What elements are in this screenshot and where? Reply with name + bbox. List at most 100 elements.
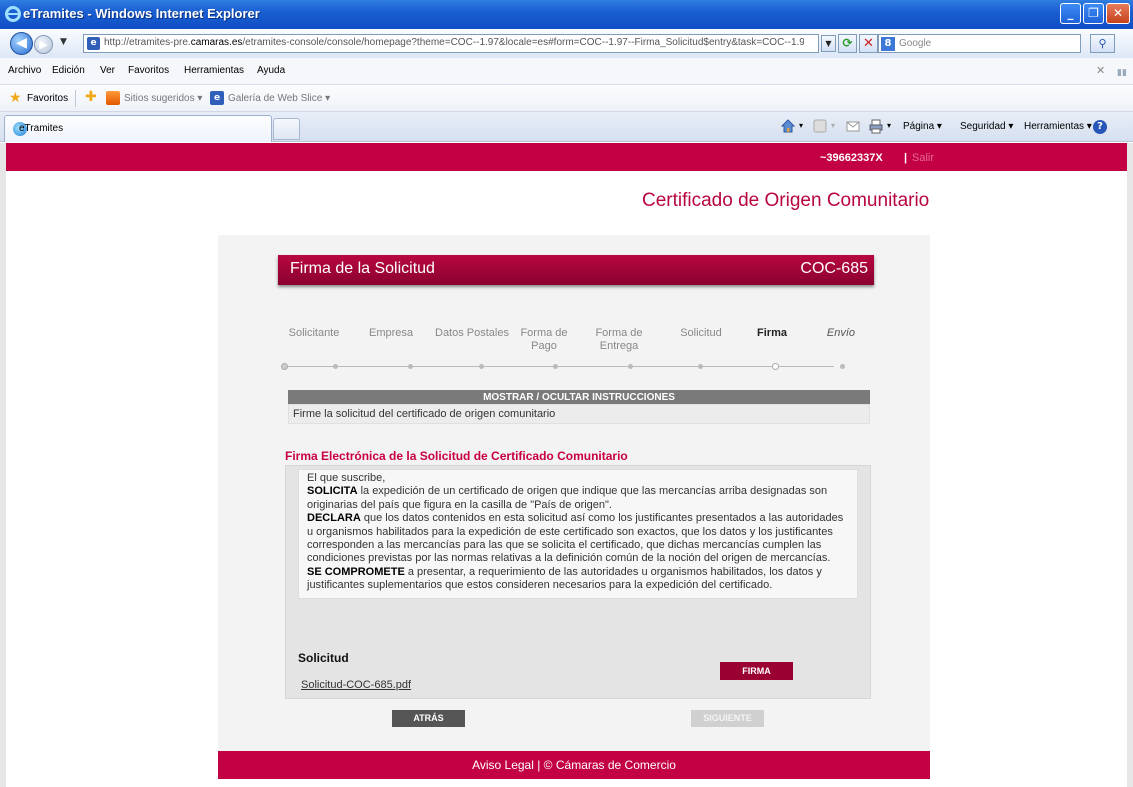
- tools-menu[interactable]: Herramientas ▾: [1024, 121, 1092, 132]
- card-header: Firma de la Solicitud COC-685: [278, 255, 874, 285]
- menu-ver[interactable]: Ver: [100, 65, 115, 76]
- favorites-button[interactable]: Favoritos: [27, 93, 68, 104]
- instructions-text: Firme la solicitud del certificado de or…: [288, 404, 870, 424]
- favorites-bar: ★ Favoritos ✚ Sitios sugeridos ▾ e Galer…: [0, 85, 1133, 112]
- declaration-text: El que suscribe, SOLICITA la expedición …: [298, 469, 858, 599]
- sign-button[interactable]: FIRMA: [720, 662, 793, 680]
- forward-button[interactable]: ▶: [34, 35, 53, 54]
- minimize-button[interactable]: _: [1060, 3, 1081, 24]
- feeds-dropdown-icon[interactable]: ▾: [831, 121, 835, 130]
- address-bar[interactable]: e http://etramites-pre.camaras.es/etrami…: [83, 34, 819, 53]
- url-text: http://etramites-pre.camaras.es/etramite…: [104, 37, 804, 48]
- tab-label: eTramites: [19, 123, 64, 134]
- home-dropdown-icon[interactable]: ▾: [799, 121, 803, 130]
- search-placeholder: Google: [899, 38, 932, 49]
- step-solicitud[interactable]: Solicitud: [666, 327, 736, 340]
- back-step-button[interactable]: ATRÁS: [392, 710, 465, 727]
- window-title: eTramites - Windows Internet Explorer: [23, 6, 260, 21]
- step-solicitante[interactable]: Solicitante: [278, 327, 350, 340]
- divider: [75, 90, 76, 107]
- next-step-button: SIGUIENTE: [691, 710, 764, 727]
- footer-text[interactable]: Aviso Legal | © Cámaras de Comercio: [218, 758, 930, 772]
- timeline-line: [284, 366, 834, 367]
- stop-icon[interactable]: ✕: [859, 34, 878, 53]
- add-favorite-icon[interactable]: ✚: [85, 90, 97, 104]
- toggle-instructions-label: MOSTRAR / OCULTAR INSTRUCCIONES: [483, 392, 675, 403]
- menu-bar: Archivo Edición Ver Favoritos Herramient…: [0, 58, 1133, 85]
- suggested-sites-link[interactable]: Sitios sugeridos ▾: [124, 93, 202, 104]
- help-icon[interactable]: ?: [1093, 120, 1107, 134]
- new-tab-button[interactable]: [273, 118, 300, 140]
- step-envio: Envío: [826, 327, 856, 339]
- page-icon: e: [87, 37, 100, 50]
- timeline-dot: [408, 364, 413, 369]
- timeline-dot-current: [772, 363, 779, 370]
- mail-icon[interactable]: [845, 118, 861, 134]
- page-menu[interactable]: Página ▾: [903, 121, 942, 132]
- step-empresa[interactable]: Empresa: [355, 327, 427, 340]
- step-datos-postales[interactable]: Datos Postales: [432, 327, 512, 340]
- web-slice-icon: e: [210, 91, 224, 105]
- page-viewport: ~39662337X | Salir Certificado de Origen…: [0, 143, 1133, 787]
- menu-ayuda[interactable]: Ayuda: [257, 65, 285, 76]
- address-dropdown-button[interactable]: ▼: [821, 35, 836, 52]
- timeline-dot: [840, 364, 845, 369]
- tab-etramites[interactable]: eTramites: [4, 115, 272, 142]
- card-title: Firma de la Solicitud: [290, 260, 435, 277]
- menu-archivo[interactable]: Archivo: [8, 65, 41, 76]
- signature-panel: El que suscribe, SOLICITA la expedición …: [285, 465, 871, 699]
- solicitud-pdf-link[interactable]: Solicitud-COC-685.pdf: [301, 679, 411, 691]
- page-footer: Aviso Legal | © Cámaras de Comercio: [218, 751, 930, 779]
- declaration-declara: DECLARA que los datos contenidos en esta…: [307, 512, 844, 565]
- suggested-sites-icon: [106, 91, 120, 105]
- declaration-compromete: SE COMPROMETE a presentar, a requerimien…: [307, 565, 822, 592]
- top-banner: ~39662337X | Salir: [6, 143, 1127, 171]
- close-window-button[interactable]: ✕: [1106, 3, 1130, 24]
- print-icon[interactable]: [868, 118, 884, 134]
- refresh-icon[interactable]: ⟳: [838, 34, 857, 53]
- restore-button[interactable]: ❐: [1083, 3, 1104, 24]
- solicitud-title: Solicitud: [298, 651, 349, 665]
- step-forma-de-entrega[interactable]: Forma de Entrega: [591, 327, 647, 353]
- menu-favoritos[interactable]: Favoritos: [128, 65, 169, 76]
- search-input[interactable]: 8 Google: [878, 34, 1081, 53]
- home-icon[interactable]: [780, 118, 796, 134]
- timeline-dot: [479, 364, 484, 369]
- progress-timeline: [278, 362, 874, 372]
- menu-herramientas[interactable]: Herramientas: [184, 65, 244, 76]
- window-titlebar: eTramites - Windows Internet Explorer _ …: [0, 0, 1133, 29]
- progress-steps: Solicitante Empresa Datos Postales Forma…: [278, 325, 874, 365]
- feeds-icon[interactable]: [812, 118, 828, 134]
- recent-pages-dropdown[interactable]: ▼: [60, 37, 67, 47]
- toggle-instructions-button[interactable]: MOSTRAR / OCULTAR INSTRUCCIONES: [288, 390, 870, 404]
- address-toolbar: ◀ ▶ ▼ e http://etramites-pre.camaras.es/…: [0, 29, 1133, 58]
- step-forma-de-pago[interactable]: Forma de Pago: [516, 327, 572, 353]
- request-code: COC-685: [800, 260, 868, 277]
- timeline-dot: [281, 363, 288, 370]
- google-icon: 8: [881, 37, 895, 51]
- close-menu-icon[interactable]: ✕: [1096, 64, 1105, 77]
- tab-bar: eTramites ▾ ▾ ▾ Página ▾ Seguridad ▾ Her…: [0, 112, 1133, 142]
- favorites-star-icon[interactable]: ★: [9, 91, 22, 105]
- form-card: Firma de la Solicitud COC-685 Solicitant…: [218, 235, 930, 751]
- security-menu[interactable]: Seguridad ▾: [960, 121, 1013, 132]
- timeline-dot: [698, 364, 703, 369]
- timeline-dot: [628, 364, 633, 369]
- print-dropdown-icon[interactable]: ▾: [887, 121, 891, 130]
- declaration-intro: El que suscribe,: [307, 472, 386, 484]
- search-button[interactable]: ⚲: [1090, 34, 1115, 53]
- menu-edicion[interactable]: Edición: [52, 65, 85, 76]
- section-title: Firma Electrónica de la Solicitud de Cer…: [285, 449, 628, 463]
- step-firma: Firma: [757, 327, 787, 339]
- timeline-dot: [553, 364, 558, 369]
- declaration-solicita: SOLICITA la expedición de un certificado…: [307, 485, 828, 511]
- signal-icon: ▮▮: [1117, 68, 1127, 78]
- ie-logo-icon: [5, 6, 21, 22]
- page-title: Certificado de Origen Comunitario: [642, 190, 930, 211]
- user-id: ~39662337X: [820, 152, 883, 164]
- timeline-dot: [333, 364, 338, 369]
- user-separator: |: [904, 152, 908, 164]
- back-button[interactable]: ◀: [10, 32, 33, 55]
- web-slice-gallery-link[interactable]: Galería de Web Slice ▾: [228, 93, 330, 104]
- logout-link[interactable]: Salir: [912, 152, 934, 164]
